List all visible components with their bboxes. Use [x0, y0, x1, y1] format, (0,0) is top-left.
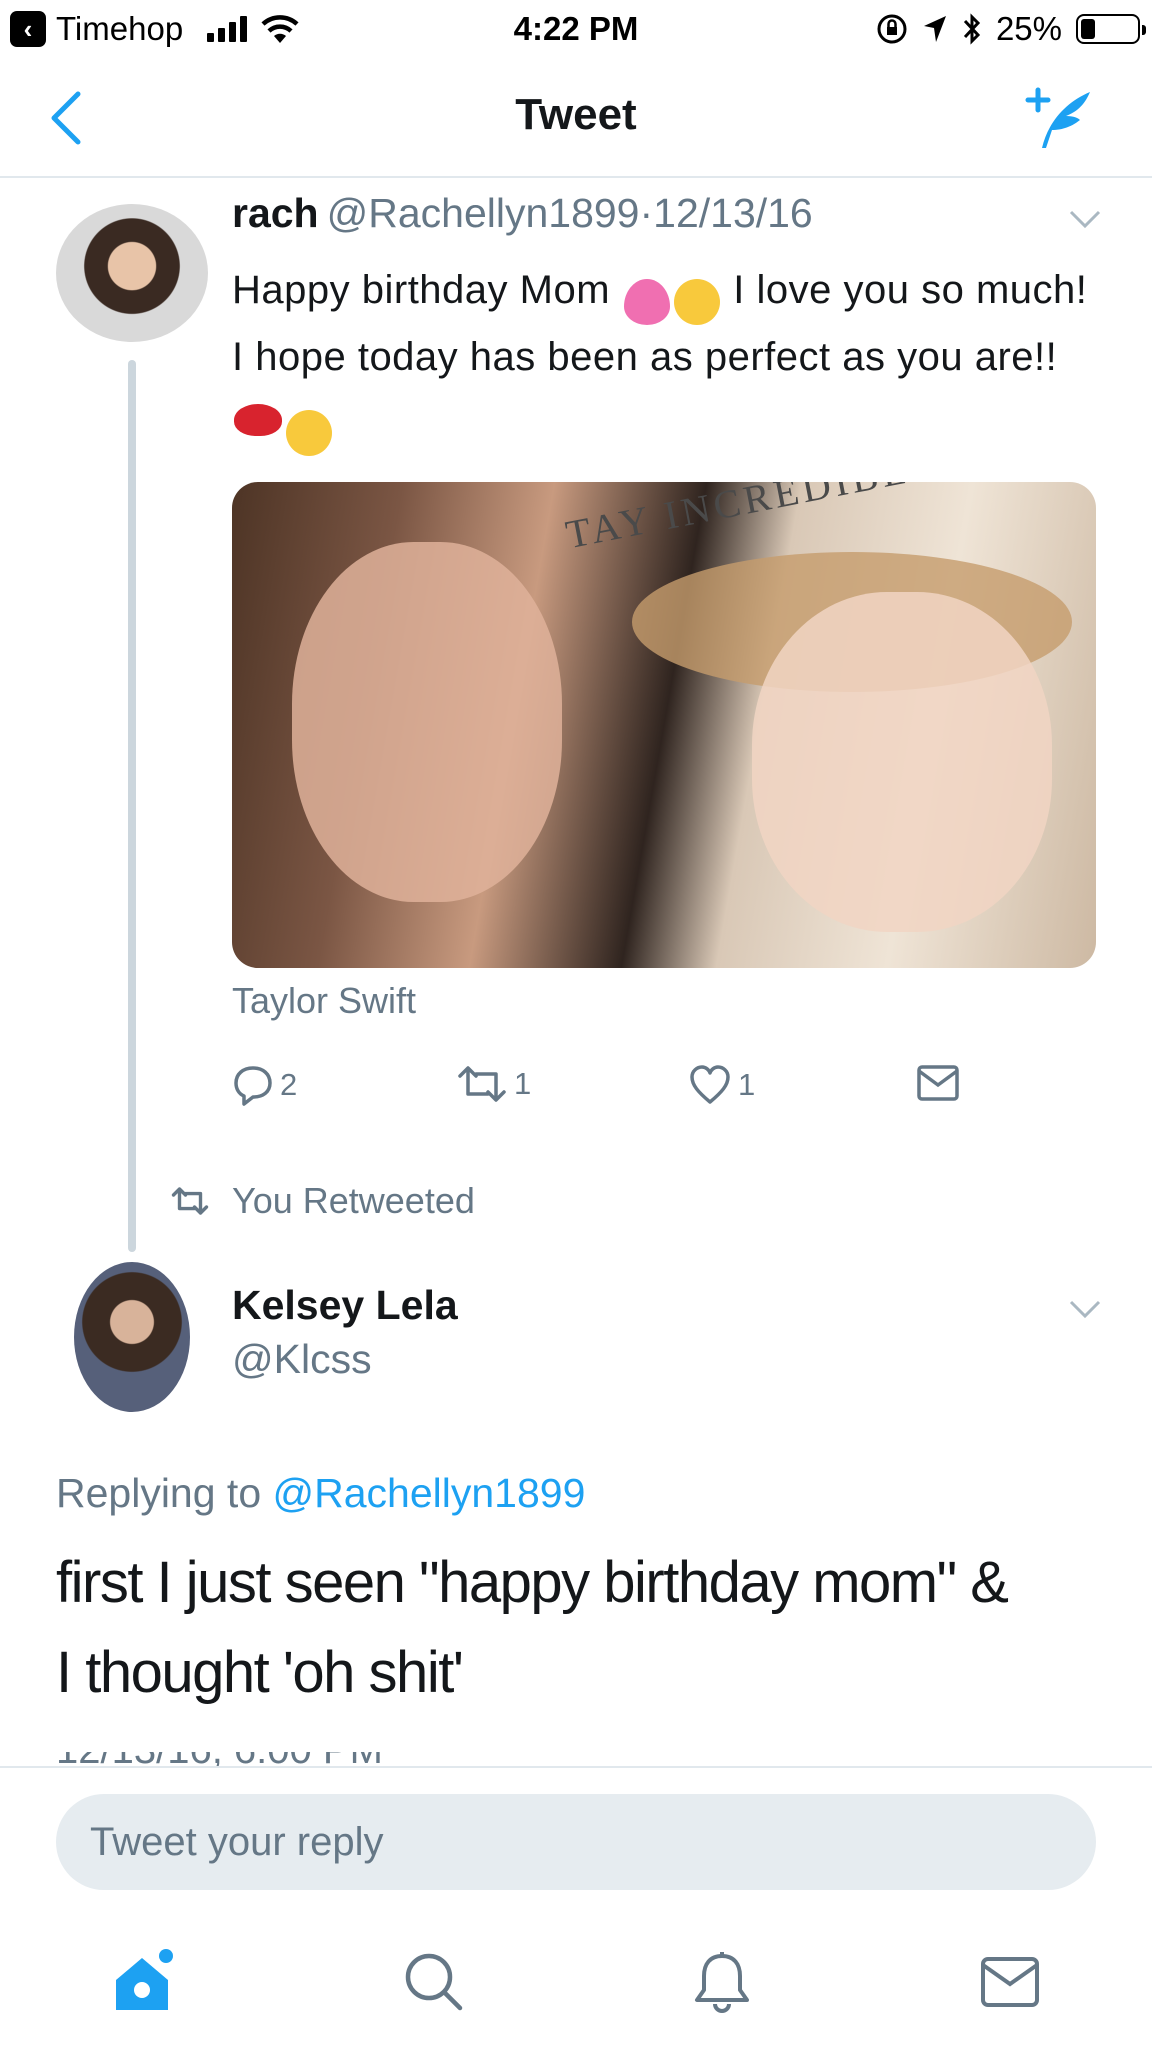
reply-button[interactable]: 2 [232, 1064, 297, 1106]
tweet-text-part1: Happy birthday Mom [232, 268, 622, 312]
you-retweeted-note: You Retweeted [170, 1180, 475, 1222]
bell-icon [695, 1952, 749, 2013]
navigation-bar: Tweet [0, 58, 1152, 178]
tweet-header: rach @Rachellyn1899·12/13/16 [232, 190, 813, 237]
tweet-photo[interactable]: TAY INCREDIBL [232, 482, 1096, 968]
retweet-count: 1 [514, 1066, 532, 1101]
heart-eyes-icon: heart-eyes [673, 279, 720, 325]
page-title: Tweet [515, 90, 637, 139]
reply-icon [234, 1066, 272, 1106]
direct-message-button[interactable] [916, 1064, 960, 1102]
battery-level [1081, 19, 1095, 39]
tweet-actions: 2 1 1 [232, 1064, 992, 1124]
replying-to-prefix: Replying to [56, 1470, 273, 1516]
kiss-mark-icon: kiss-mark [234, 404, 282, 436]
tweet-date: 12/13/16 [653, 190, 813, 236]
reply-count: 2 [280, 1067, 298, 1102]
retweet-icon [171, 1187, 209, 1215]
retweet-button[interactable]: 1 [456, 1064, 531, 1104]
thread-connector-line [128, 360, 136, 1252]
location-arrow-icon [923, 16, 946, 42]
tab-bar [0, 1916, 1152, 2048]
author-handle[interactable]: @Rachellyn1899 [327, 190, 640, 236]
reply-text-line: I thought 'oh shit' [56, 1640, 464, 1705]
search-icon [405, 1953, 463, 2011]
status-bar: ‹ Timehop 4:22 PM 25% [0, 0, 1152, 58]
heart-icon [690, 1065, 730, 1104]
home-icon [116, 1949, 173, 2010]
status-right: 25% [876, 10, 1146, 48]
replying-to-link[interactable]: @Rachellyn1899 [273, 1470, 586, 1516]
reply-tweet-text: first I just seen "happy birthday mom" &… [56, 1538, 1116, 1718]
like-button[interactable]: 1 [688, 1064, 755, 1106]
chevron-down-icon[interactable] [1068, 1298, 1102, 1320]
author-name[interactable]: rach [232, 190, 319, 236]
tab-search[interactable] [398, 1946, 470, 2018]
pink-heart-icon: pink-heart [623, 279, 670, 325]
reply-text-line: first I just seen "happy birthday mom" & [56, 1550, 1009, 1615]
tab-messages[interactable] [974, 1946, 1046, 2018]
chevron-down-icon[interactable] [1068, 208, 1102, 230]
media-caption[interactable]: Taylor Swift [232, 980, 416, 1022]
envelope-icon [917, 1065, 959, 1101]
retweeted-label: You Retweeted [232, 1180, 475, 1221]
battery-icon [1076, 14, 1146, 44]
compose-tweet-icon[interactable] [1018, 82, 1098, 152]
replying-to-line: Replying to @Rachellyn1899 [56, 1470, 585, 1517]
photo-region [292, 542, 562, 902]
smiling-face-icon: smiling-face [286, 410, 332, 456]
avatar[interactable] [56, 204, 208, 342]
photo-magazine-text: TAY INCREDIBL [562, 482, 914, 558]
bluetooth-icon [963, 13, 981, 45]
tab-notifications[interactable] [686, 1946, 758, 2018]
like-count: 1 [738, 1067, 756, 1102]
rotation-lock-icon [877, 14, 907, 44]
retweet-icon [458, 1066, 506, 1102]
reply-composer-bar [0, 1766, 1152, 1916]
photo-region [752, 592, 1052, 932]
envelope-icon [981, 1957, 1039, 2007]
avatar[interactable] [74, 1262, 190, 1412]
battery-percent: 25% [995, 10, 1062, 47]
reply-author-name[interactable]: Kelsey Lela [232, 1282, 458, 1329]
tab-home[interactable] [108, 1946, 180, 2018]
date-separator: · [639, 190, 654, 236]
tweet-text: Happy birthday Mom pink-heartheart-eyes … [232, 258, 1092, 456]
reply-author-handle[interactable]: @Klcss [232, 1336, 372, 1383]
reply-input[interactable] [56, 1794, 1096, 1890]
